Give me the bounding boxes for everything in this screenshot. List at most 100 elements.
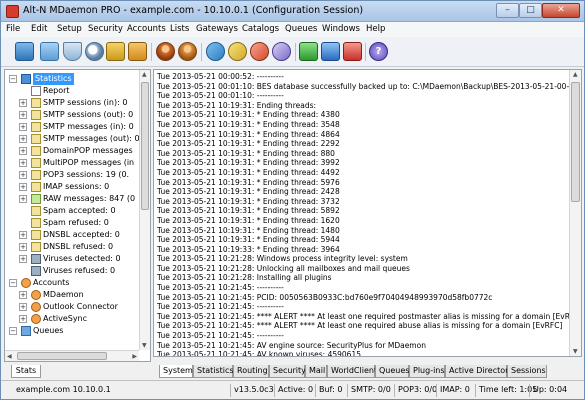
tab-plug-ins[interactable]: Plug-ins [409, 365, 445, 378]
tab-worldclient[interactable]: WorldClient [327, 365, 377, 378]
menu-accounts[interactable]: Accounts [127, 24, 166, 34]
refresh-icon[interactable] [206, 42, 225, 61]
log-line: Tue 2013-05-21 10:21:45: ---------- [157, 283, 284, 293]
expand-icon[interactable]: + [19, 183, 27, 191]
tab-system[interactable]: System [159, 365, 193, 378]
virus-icon [31, 254, 41, 264]
log-line: Tue 2013-05-21 10:19:31: * Ending thread… [157, 196, 340, 206]
tab-routing[interactable]: Routing [233, 365, 269, 378]
menu-lists[interactable]: Lists [170, 24, 189, 34]
expand-icon[interactable]: + [19, 159, 27, 167]
menu-help[interactable]: Help [366, 24, 385, 34]
tree-item-statistics[interactable]: − Statistics [9, 73, 139, 85]
tree-vertical-scrollbar[interactable]: ▲ ▼ [139, 70, 150, 350]
maximize-button[interactable]: □ [519, 3, 542, 18]
lock-icon[interactable] [106, 42, 125, 61]
scroll-down-arrow-icon[interactable]: ▼ [142, 342, 147, 349]
expand-icon[interactable]: + [19, 123, 27, 131]
log-line: Tue 2013-05-21 10:21:45: ---------- [157, 331, 284, 341]
scroll-left-arrow-icon[interactable]: ◀ [7, 353, 12, 360]
expand-icon[interactable]: + [19, 315, 27, 323]
log-vertical-scrollbar[interactable]: ▲ ▼ [569, 70, 581, 356]
expand-icon[interactable]: + [19, 135, 27, 143]
minimize-button[interactable]: – [496, 3, 519, 18]
expand-icon[interactable]: + [19, 231, 27, 239]
log-line: Tue 2013-05-21 10:21:28: Installing all … [157, 273, 332, 283]
expand-icon[interactable]: + [19, 99, 27, 107]
menu-setup[interactable]: Setup [57, 24, 82, 34]
connect-icon[interactable] [15, 42, 34, 61]
log-line: Tue 2013-05-21 10:19:31: * Ending thread… [157, 167, 340, 177]
expand-icon[interactable]: + [19, 171, 27, 179]
mdaemon-app-icon [6, 5, 19, 18]
collapse-icon[interactable]: − [9, 75, 17, 83]
red-light-icon[interactable] [343, 42, 362, 61]
menu-bar: File Edit Setup Security Accounts Lists … [1, 22, 584, 37]
menu-catalogs[interactable]: Catalogs [242, 24, 279, 34]
help-icon[interactable]: ? [369, 42, 388, 61]
group-icon[interactable] [178, 42, 197, 61]
tab-queues[interactable]: Queues [375, 365, 409, 378]
envelope-icon [31, 122, 41, 132]
tab-mail[interactable]: Mail [305, 365, 327, 378]
status-pop3: POP3: 0/0 [394, 384, 437, 397]
log-line: Tue 2013-05-21 00:00:52: ---------- [157, 72, 284, 81]
tree-horizontal-scrollbar[interactable]: ◀ ▶ [5, 350, 139, 361]
status-host: example.com 10.10.0.1 [16, 385, 111, 394]
log-scroll-thumb[interactable] [571, 82, 580, 202]
tab-security[interactable]: Security [269, 365, 306, 378]
scroll-right-arrow-icon[interactable]: ▶ [132, 353, 137, 360]
menu-file[interactable]: File [6, 24, 20, 34]
expand-icon[interactable]: + [19, 303, 27, 311]
tab-active-directory[interactable]: Active Directory [445, 365, 513, 378]
blue-light-icon[interactable] [321, 42, 340, 61]
import-icon[interactable] [250, 42, 269, 61]
collapse-icon[interactable]: − [9, 279, 17, 287]
status-smtp: SMTP: 0/0 [347, 384, 391, 397]
tab-sessions[interactable]: Sessions [507, 365, 547, 378]
scroll-up-arrow-icon[interactable]: ▲ [142, 71, 147, 78]
collapse-icon[interactable]: − [9, 327, 17, 335]
person-icon [31, 314, 41, 324]
toolbar-separator [201, 43, 202, 61]
envelope-icon [31, 110, 41, 120]
expand-icon[interactable]: + [19, 147, 27, 155]
filter-icon[interactable] [63, 42, 82, 61]
export-icon[interactable] [272, 42, 291, 61]
menu-windows[interactable]: Windows [322, 24, 360, 34]
menu-security[interactable]: Security [88, 24, 123, 34]
log-line: Tue 2013-05-21 10:21:45: **** ALERT ****… [157, 311, 582, 321]
scroll-up-arrow-icon[interactable]: ▲ [573, 71, 578, 78]
scroll-down-arrow-icon[interactable]: ▼ [573, 348, 578, 355]
status-imap: IMAP: 0 [436, 384, 470, 397]
report-icon [31, 86, 41, 96]
stats-icon[interactable] [40, 42, 59, 61]
stats-icon [21, 74, 31, 84]
log-line: Tue 2013-05-21 10:21:28: Unlocking all m… [157, 263, 410, 273]
search-icon[interactable] [85, 42, 104, 61]
expand-icon[interactable]: + [19, 243, 27, 251]
tab-stats[interactable]: Stats [11, 365, 41, 378]
status-buf: Buf: 0 [315, 384, 342, 397]
menu-edit[interactable]: Edit [31, 24, 47, 34]
tab-statistics[interactable]: Statistics [193, 365, 234, 378]
menu-queues[interactable]: Queues [285, 24, 317, 34]
sync-icon[interactable] [228, 42, 247, 61]
person-icon [31, 290, 41, 300]
users-icon[interactable] [156, 42, 175, 61]
person-icon [31, 302, 41, 312]
status-bar: example.com 10.10.0.1 v13.5.0c3 Active: … [1, 380, 584, 399]
log-line: Tue 2013-05-21 10:19:31: * Ending thread… [157, 158, 340, 168]
tree-hscroll-thumb[interactable] [17, 352, 107, 360]
expand-icon[interactable]: + [19, 255, 27, 263]
expand-icon[interactable]: + [19, 291, 27, 299]
envelope-icon [31, 170, 41, 180]
menu-gateways[interactable]: Gateways [196, 24, 238, 34]
expand-icon[interactable]: + [19, 195, 27, 203]
log-line: Tue 2013-05-21 10:19:33: * Ending thread… [157, 244, 340, 254]
expand-icon[interactable]: + [19, 111, 27, 119]
security-icon[interactable] [128, 42, 147, 61]
green-light-icon[interactable] [299, 42, 318, 61]
tree-scroll-thumb[interactable] [141, 82, 149, 210]
close-button[interactable]: ✕ [542, 3, 580, 18]
